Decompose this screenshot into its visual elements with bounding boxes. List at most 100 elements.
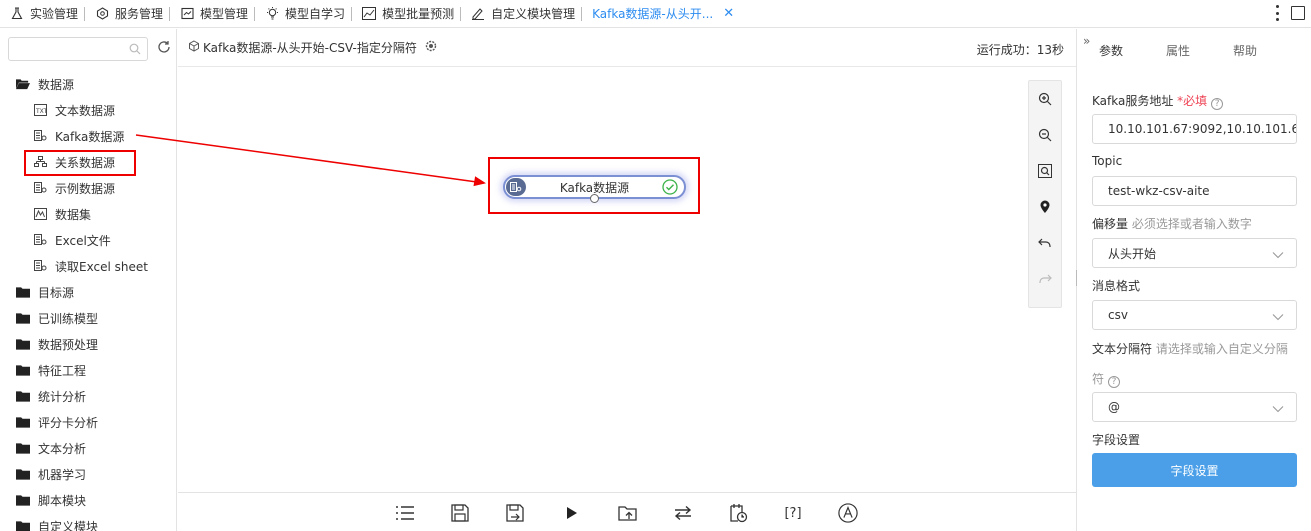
tree-category-preprocessing[interactable]: 数据预处理 — [0, 331, 177, 357]
tree-item-dataset[interactable]: 数据集 — [0, 201, 177, 227]
tab-service-management[interactable]: 服务管理 — [85, 0, 169, 28]
tree-category-machine-learning[interactable]: 机器学习 — [0, 461, 177, 487]
kafka-address-input[interactable]: 10.10.101.67:9092,10.10.101.68 — [1092, 114, 1297, 144]
tree-category-custom[interactable]: 自定义模块 — [0, 513, 177, 531]
schedule-icon[interactable] — [728, 503, 748, 523]
message-format-label: 消息格式 — [1092, 279, 1141, 293]
tab-properties[interactable]: 属性 — [1166, 42, 1190, 59]
field-settings-button[interactable]: 字段设置 — [1092, 453, 1297, 487]
list-icon[interactable] — [395, 503, 415, 523]
tree-category-text-analysis[interactable]: 文本分析 — [0, 435, 177, 461]
run-icon[interactable] — [562, 503, 582, 523]
tree-category-target-source[interactable]: 目标源 — [0, 279, 177, 305]
chart-line-icon — [362, 7, 377, 21]
folder-icon — [16, 442, 30, 454]
service-icon — [95, 7, 109, 21]
tree-label: 目标源 — [38, 285, 75, 300]
tree-category-trained-models[interactable]: 已训练模型 — [0, 305, 177, 331]
topic-input[interactable]: test-wkz-csv-aite — [1092, 176, 1297, 206]
tree-label: 评分卡分析 — [38, 415, 99, 430]
module-search-input[interactable] — [8, 37, 148, 61]
kafka-icon — [506, 178, 526, 196]
tree-item-kafka-datasource[interactable]: Kafka数据源 — [0, 123, 177, 149]
delimiter-hint-continued: 符 — [1092, 372, 1105, 386]
tab-model-management[interactable]: 模型管理 — [170, 0, 254, 28]
collapse-panel-icon[interactable]: » — [1083, 34, 1090, 48]
undo-icon[interactable] — [1029, 225, 1061, 261]
delimiter-label-wrap: 符? — [1092, 370, 1121, 388]
tree-item-excel-sheet[interactable]: 读取Excel sheet — [0, 253, 177, 279]
tab-experiment-management[interactable]: 实验管理 — [0, 0, 84, 28]
folder-icon — [16, 468, 30, 480]
module-tree: 数据源 TXT 文本数据源 Kafka数据源 关系数据源 示例数据源 数据集 E… — [0, 71, 177, 531]
annotation-highlight-sidebar — [24, 150, 136, 176]
kafka-address-label: Kafka服务地址 *必填? — [1092, 92, 1224, 110]
tab-label: 实验管理 — [30, 7, 79, 21]
tree-category-statistics[interactable]: 统计分析 — [0, 383, 177, 409]
canvas-header: Kafka数据源-从头开始-CSV-指定分隔符 运行成功：13秒 — [178, 29, 1076, 67]
folder-icon — [16, 520, 30, 531]
folder-icon — [16, 390, 30, 402]
message-format-select[interactable]: csv — [1092, 300, 1297, 330]
close-icon[interactable]: ✕ — [723, 6, 734, 21]
panel-resize-handle[interactable] — [1076, 270, 1079, 286]
window-icon[interactable] — [1291, 6, 1305, 20]
fit-view-icon[interactable] — [1029, 153, 1061, 189]
help-circle-icon[interactable]: ? — [1211, 98, 1224, 110]
redo-icon[interactable] — [1029, 261, 1061, 297]
upload-folder-icon[interactable] — [618, 503, 638, 523]
excel-icon — [33, 234, 47, 246]
tab-custom-module-management[interactable]: 自定义模块管理 — [461, 0, 581, 28]
tree-label: 数据预处理 — [38, 337, 99, 352]
tab-label: 自定义模块管理 — [491, 7, 576, 21]
search-icon[interactable] — [129, 43, 141, 58]
flow-icon — [188, 40, 200, 55]
text-file-icon: TXT — [33, 104, 47, 116]
settings-icon[interactable] — [425, 40, 437, 55]
flow-canvas[interactable]: Kafka数据源-从头开始-CSV-指定分隔符 运行成功：13秒 Kafka数据… — [178, 29, 1076, 492]
canvas-bottom-toolbar: [?] — [178, 492, 1076, 531]
tree-category-scorecard[interactable]: 评分卡分析 — [0, 409, 177, 435]
zoom-in-icon[interactable] — [1029, 81, 1061, 117]
tree-category-feature-engineering[interactable]: 特征工程 — [0, 357, 177, 383]
offset-select[interactable]: 从头开始 — [1092, 238, 1297, 268]
tab-label: 模型自学习 — [285, 7, 346, 21]
switch-icon[interactable] — [673, 503, 693, 523]
output-port[interactable] — [590, 194, 599, 203]
tree-item-text-datasource[interactable]: TXT 文本数据源 — [0, 97, 177, 123]
tab-help[interactable]: 帮助 — [1233, 42, 1257, 59]
run-status: 运行成功：13秒 — [976, 43, 1064, 57]
delimiter-label-text: 文本分隔符 — [1092, 342, 1153, 356]
tree-label: 机器学习 — [38, 467, 87, 482]
delimiter-select[interactable]: @ — [1092, 392, 1297, 422]
panel-tabs: » 参数 属性 帮助 — [1077, 29, 1311, 67]
tree-category-script[interactable]: 脚本模块 — [0, 487, 177, 513]
help-button[interactable]: [?] — [782, 503, 804, 523]
properties-panel: » 参数 属性 帮助 Kafka服务地址 *必填? 10.10.101.67:9… — [1076, 29, 1311, 531]
more-vertical-icon[interactable] — [1275, 5, 1279, 21]
tree-label: 数据集 — [55, 207, 92, 222]
folder-icon — [16, 364, 30, 376]
tree-label: 脚本模块 — [38, 493, 87, 508]
message-format-value: csv — [1108, 308, 1128, 322]
kafka-icon — [33, 130, 47, 142]
folder-open-icon — [16, 78, 30, 90]
tab-kafka-flow[interactable]: Kafka数据源-从头开... ✕ — [582, 0, 740, 28]
refresh-icon[interactable] — [157, 40, 171, 57]
locate-icon[interactable] — [1029, 189, 1061, 225]
tree-label: 数据源 — [38, 77, 75, 92]
tree-item-sample-datasource[interactable]: 示例数据源 — [0, 175, 177, 201]
tab-label: Kafka数据源-从头开... — [592, 7, 714, 21]
save-icon[interactable] — [450, 503, 470, 523]
flow-node-kafka[interactable]: Kafka数据源 — [503, 175, 686, 203]
auto-layout-icon[interactable] — [838, 503, 858, 523]
sample-db-icon — [33, 182, 47, 194]
tab-batch-prediction[interactable]: 模型批量预测 — [352, 0, 460, 28]
tab-model-self-learning[interactable]: 模型自学习 — [255, 0, 351, 28]
zoom-out-icon[interactable] — [1029, 117, 1061, 153]
help-circle-icon[interactable]: ? — [1108, 376, 1121, 388]
tree-category-datasource[interactable]: 数据源 — [0, 71, 177, 97]
tab-params[interactable]: 参数 — [1099, 42, 1123, 59]
tree-item-excel-file[interactable]: Excel文件 — [0, 227, 177, 253]
save-as-icon[interactable] — [505, 503, 525, 523]
